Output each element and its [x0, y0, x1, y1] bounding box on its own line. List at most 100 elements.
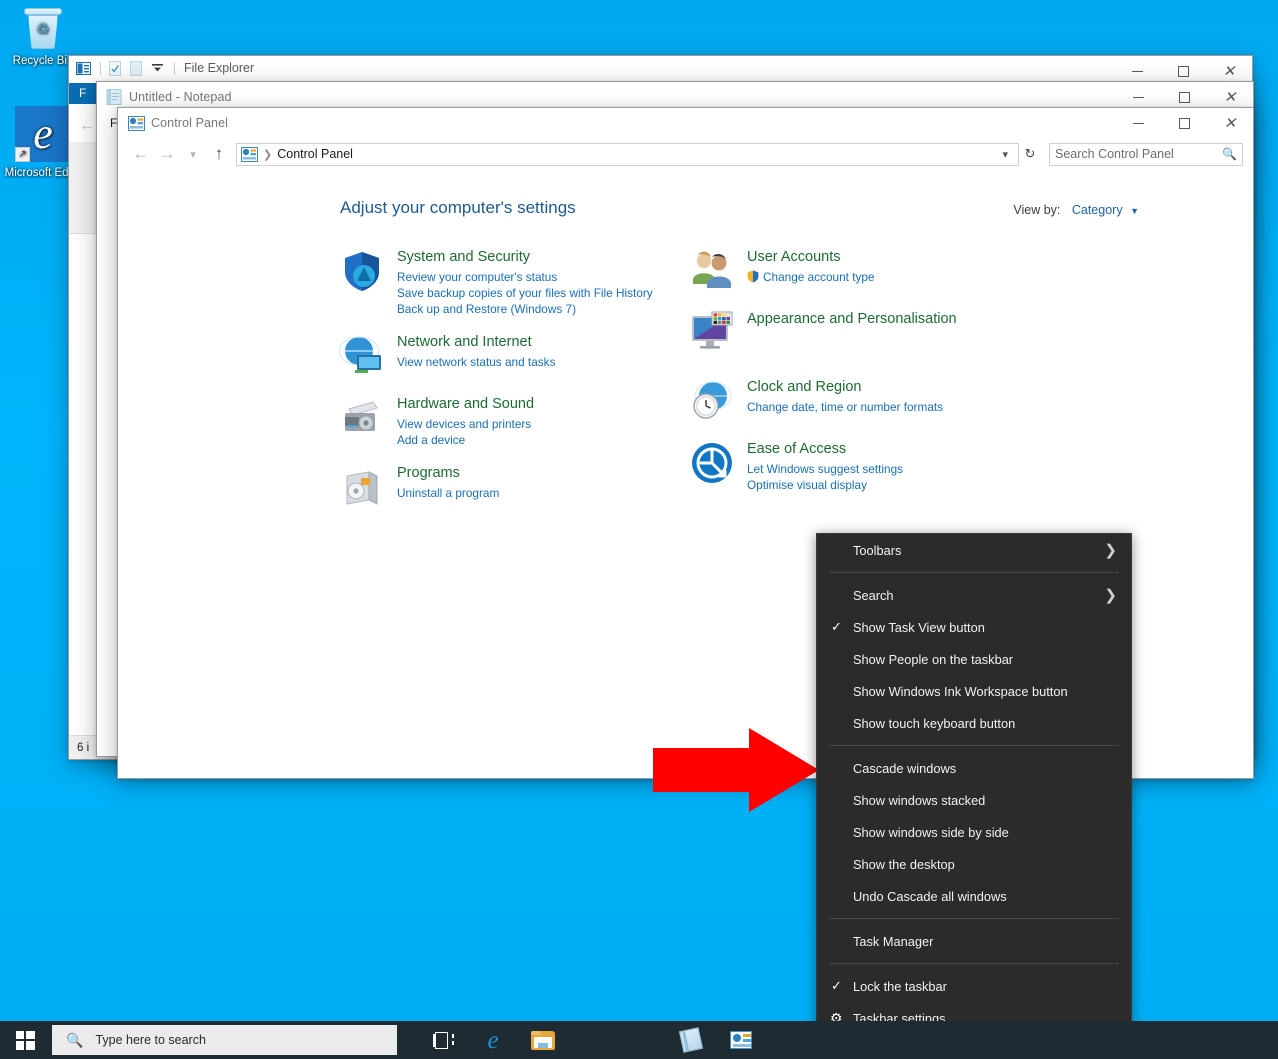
customize-quick-access-chevron-down-icon[interactable] — [148, 59, 166, 77]
category-hardware-and-sound[interactable]: Hardware and Sound View devices and prin… — [339, 395, 689, 448]
back-arrow-icon[interactable]: ← — [128, 141, 154, 167]
menu-item-search[interactable]: Search ❯ — [817, 579, 1131, 611]
file-explorer-quick-access-toolbar[interactable]: File Explorer ✕ — [69, 56, 1252, 80]
menu-item-show-touch-keyboard-button[interactable]: Show touch keyboard button — [817, 707, 1131, 739]
category-network-and-internet[interactable]: Network and Internet View network status… — [339, 333, 689, 379]
red-arrow-annotation — [653, 726, 819, 814]
menu-item-lock-the-taskbar[interactable]: ✓ Lock the taskbar — [817, 970, 1131, 1002]
menu-item-label: Show the desktop — [853, 857, 955, 872]
control-panel-window-controls[interactable]: ✕ — [1115, 108, 1253, 138]
category-title[interactable]: User Accounts — [747, 248, 875, 267]
category-system-and-security[interactable]: System and Security Review your computer… — [339, 248, 689, 317]
category-title[interactable]: Appearance and Personalisation — [747, 310, 957, 329]
category-title[interactable]: Ease of Access — [747, 440, 903, 459]
refresh-icon[interactable]: ↻ — [1019, 143, 1041, 166]
menu-separator — [829, 963, 1119, 964]
category-column-right: User Accounts Change account type — [689, 248, 1039, 526]
folder-icon — [531, 1031, 555, 1050]
microsoft-edge-icon: e — [487, 1028, 498, 1053]
shield-icon — [339, 248, 385, 294]
menu-item-label: Task Manager — [853, 934, 933, 949]
control-panel-button[interactable] — [717, 1021, 765, 1059]
category-title[interactable]: Hardware and Sound — [397, 395, 534, 414]
menu-item-undo-cascade-all-windows[interactable]: Undo Cascade all windows — [817, 880, 1131, 912]
search-icon: 🔍 — [1222, 147, 1237, 161]
chevron-down-icon[interactable]: ▼ — [1130, 206, 1139, 216]
up-arrow-icon[interactable]: ↑ — [206, 141, 232, 167]
category-title[interactable]: Clock and Region — [747, 378, 943, 397]
control-panel-titlebar[interactable]: Control Panel ✕ — [118, 108, 1253, 138]
notepad-button[interactable] — [667, 1021, 715, 1059]
category-link[interactable]: Change date, time or number formats — [747, 399, 943, 415]
category-column-left: System and Security Review your computer… — [339, 248, 689, 526]
category-link[interactable]: Back up and Restore (Windows 7) — [397, 301, 653, 317]
back-arrow-icon[interactable]: ← — [79, 117, 95, 135]
notepad-title: Untitled - Notepad — [129, 90, 232, 104]
ease-of-access-icon — [689, 440, 735, 486]
view-by-control[interactable]: View by: Category ▼ — [1013, 203, 1139, 217]
category-link[interactable]: Optimise visual display — [747, 477, 903, 493]
task-view-button[interactable] — [419, 1021, 467, 1059]
category-clock-and-region[interactable]: Clock and Region Change date, time or nu… — [689, 378, 1039, 424]
category-ease-of-access[interactable]: Ease of Access Let Windows suggest setti… — [689, 440, 1039, 493]
explorer-system-menu-icon[interactable] — [74, 59, 92, 77]
category-title[interactable]: System and Security — [397, 248, 653, 267]
category-programs[interactable]: Programs Uninstall a program — [339, 464, 689, 510]
checkmark-icon: ✓ — [831, 970, 842, 1002]
checkmark-icon: ✓ — [831, 611, 842, 643]
menu-separator — [829, 918, 1119, 919]
maximize-button[interactable] — [1161, 108, 1207, 138]
file-explorer-button[interactable] — [519, 1021, 567, 1059]
category-link[interactable]: Save backup copies of your files with Fi… — [397, 285, 653, 301]
status-item-count: 6 i — [77, 742, 89, 754]
address-dropdown-chevron-down-icon[interactable]: ▾ — [996, 148, 1014, 161]
category-link[interactable]: Change account type — [747, 269, 875, 285]
category-appearance-and-personalisation[interactable]: Appearance and Personalisation — [689, 310, 1039, 356]
menu-item-show-the-desktop[interactable]: Show the desktop — [817, 848, 1131, 880]
menu-item-cascade-windows[interactable]: Cascade windows — [817, 752, 1131, 784]
category-link[interactable]: Uninstall a program — [397, 485, 499, 501]
category-link[interactable]: Let Windows suggest settings — [747, 461, 903, 477]
minimize-button[interactable] — [1115, 108, 1161, 138]
control-panel-navigation-bar[interactable]: ← → ▾ ↑ ❯ Control Panel ▾ ↻ — [118, 138, 1253, 170]
menu-item-show-windows-ink-workspace-button[interactable]: Show Windows Ink Workspace button — [817, 675, 1131, 707]
menu-item-label: Toolbars — [853, 543, 901, 558]
menu-item-label: Show Task View button — [853, 620, 985, 635]
category-link[interactable]: Add a device — [397, 432, 534, 448]
menu-item-task-manager[interactable]: Task Manager — [817, 925, 1131, 957]
close-button[interactable]: ✕ — [1207, 108, 1253, 138]
taskbar[interactable]: 🔍 Type here to search e — [0, 1021, 1278, 1059]
recent-locations-chevron-down-icon[interactable]: ▾ — [180, 141, 206, 167]
search-control-panel-input[interactable]: Search Control Panel 🔍 — [1049, 143, 1243, 166]
taskbar-context-menu[interactable]: Toolbars ❯ Search ❯ ✓ Show Task View but… — [816, 533, 1132, 1030]
category-link[interactable]: View devices and printers — [397, 416, 534, 432]
menu-item-label: Search — [853, 588, 894, 603]
control-panel-icon — [730, 1031, 752, 1049]
taskbar-search-box[interactable]: 🔍 Type here to search — [52, 1025, 397, 1055]
properties-icon[interactable] — [106, 59, 124, 77]
category-title[interactable]: Network and Internet — [397, 333, 555, 352]
menu-item-show-task-view-button[interactable]: ✓ Show Task View button — [817, 611, 1131, 643]
new-folder-icon[interactable] — [127, 59, 145, 77]
menu-item-show-windows-stacked[interactable]: Show windows stacked — [817, 784, 1131, 816]
category-user-accounts[interactable]: User Accounts Change account type — [689, 248, 1039, 294]
menu-item-show-windows-side-by-side[interactable]: Show windows side by side — [817, 816, 1131, 848]
category-link-text: Change account type — [763, 270, 875, 284]
desktop[interactable]: ♻ Recycle Bin e↗ Microsoft Edge — [0, 0, 1278, 1059]
view-by-value[interactable]: Category — [1072, 203, 1123, 217]
category-link[interactable]: Review your computer's status — [397, 269, 653, 285]
category-text: Appearance and Personalisation — [747, 310, 957, 356]
category-title[interactable]: Programs — [397, 464, 499, 483]
start-button[interactable] — [0, 1021, 50, 1059]
ribbon-tab-file[interactable]: F — [69, 83, 96, 104]
microsoft-edge-button[interactable]: e — [469, 1021, 517, 1059]
menu-item-label: Cascade windows — [853, 761, 956, 776]
menu-item-show-people-on-the-taskbar[interactable]: Show People on the taskbar — [817, 643, 1131, 675]
menu-item-label: Show Windows Ink Workspace button — [853, 684, 1068, 699]
breadcrumb-control-panel[interactable]: Control Panel — [277, 147, 353, 161]
clock-globe-icon — [689, 378, 735, 424]
menu-item-toolbars[interactable]: Toolbars ❯ — [817, 534, 1131, 566]
forward-arrow-icon[interactable]: → — [154, 141, 180, 167]
address-bar[interactable]: ❯ Control Panel ▾ — [236, 143, 1019, 166]
category-link[interactable]: View network status and tasks — [397, 354, 555, 370]
